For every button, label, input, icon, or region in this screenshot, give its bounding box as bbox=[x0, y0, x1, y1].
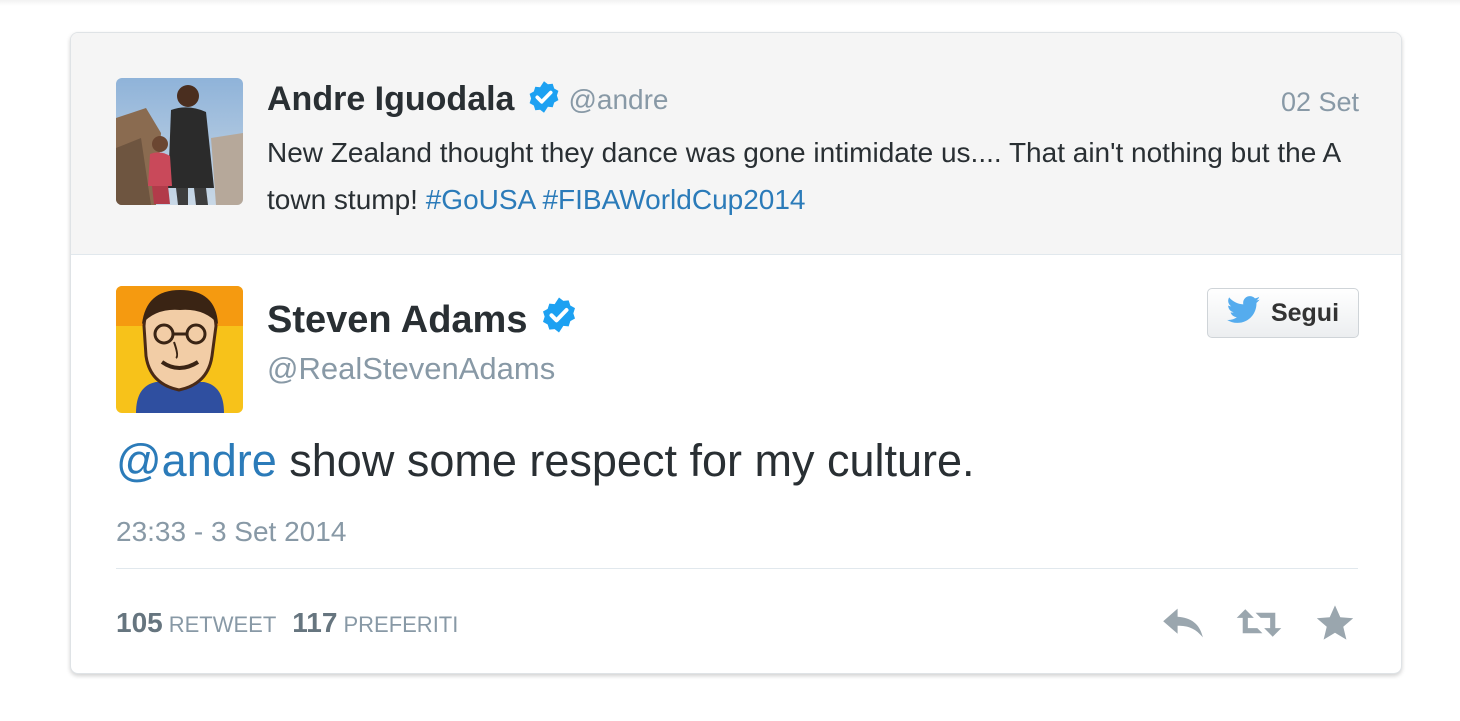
parent-tweet[interactable]: Andre Iguodala @andre 02 Set New Zealand… bbox=[71, 33, 1401, 255]
retweet-icon[interactable] bbox=[1235, 601, 1283, 645]
tweet-body: show some respect for my culture. bbox=[276, 435, 975, 486]
retweet-label: RETWEET bbox=[168, 612, 277, 637]
hashtag-link-gousa[interactable]: #GoUSA bbox=[426, 184, 535, 215]
tweet-text: @andre show some respect for my culture. bbox=[116, 435, 975, 487]
tweet-actions bbox=[1159, 601, 1359, 645]
parent-tweet-date[interactable]: 02 Set bbox=[1281, 87, 1359, 118]
favorite-stat[interactable]: 117 PREFERITI bbox=[292, 607, 458, 639]
page-top-edge bbox=[0, 0, 1460, 6]
verified-badge-icon bbox=[526, 79, 562, 120]
follow-button[interactable]: Segui bbox=[1207, 288, 1359, 338]
parent-author-handle[interactable]: @andre bbox=[568, 84, 668, 116]
author-name-line: Steven Adams bbox=[267, 295, 579, 345]
favorite-label: PREFERITI bbox=[343, 612, 459, 637]
parent-tweet-text: New Zealand thought they dance was gone … bbox=[267, 129, 1357, 223]
parent-author-avatar[interactable] bbox=[116, 78, 243, 205]
author-name[interactable]: Steven Adams bbox=[267, 299, 527, 342]
tweet-timestamp[interactable]: 23:33 - 3 Set 2014 bbox=[116, 516, 346, 548]
author-avatar[interactable] bbox=[116, 286, 243, 413]
verified-badge-icon bbox=[539, 295, 579, 345]
twitter-bird-icon bbox=[1226, 295, 1261, 331]
favorite-count: 117 bbox=[292, 607, 338, 638]
hashtag-link-fibaworldcup2014[interactable]: #FIBAWorldCup2014 bbox=[542, 184, 805, 215]
tweet-stats: 105 RETWEET 117 PREFERITI bbox=[116, 607, 458, 639]
retweet-stat[interactable]: 105 RETWEET bbox=[116, 607, 276, 639]
divider bbox=[116, 568, 1358, 569]
embedded-tweet-card: Andre Iguodala @andre 02 Set New Zealand… bbox=[70, 32, 1402, 674]
mention-link-andre[interactable]: @andre bbox=[116, 435, 277, 486]
star-icon[interactable] bbox=[1311, 601, 1359, 645]
parent-author-line: Andre Iguodala @andre bbox=[267, 79, 669, 120]
reply-icon[interactable] bbox=[1159, 601, 1207, 645]
parent-author-name[interactable]: Andre Iguodala bbox=[267, 80, 514, 119]
retweet-count: 105 bbox=[116, 607, 163, 638]
author-handle[interactable]: @RealStevenAdams bbox=[267, 351, 555, 387]
follow-button-label: Segui bbox=[1270, 298, 1340, 327]
